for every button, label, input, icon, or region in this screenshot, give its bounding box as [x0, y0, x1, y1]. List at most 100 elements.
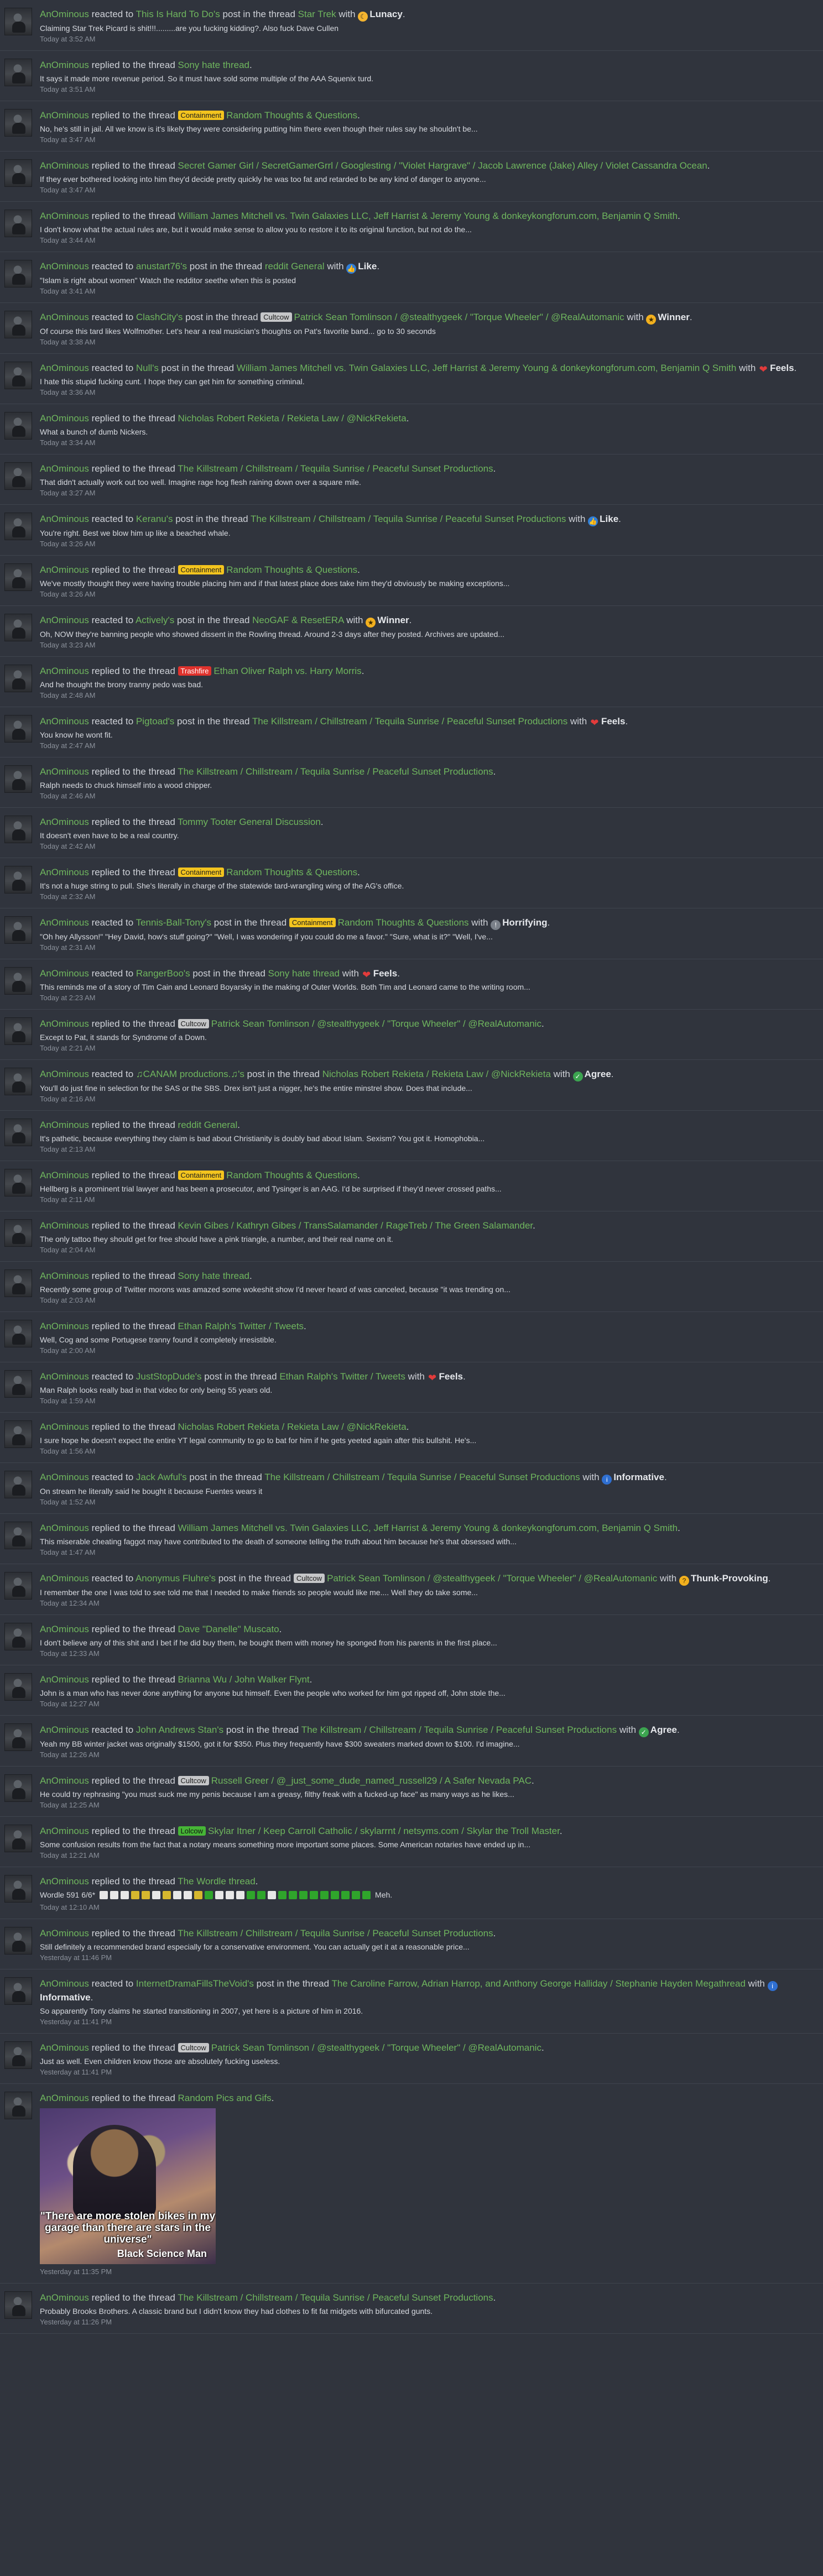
- post-snippet[interactable]: Still definitely a recommended brand esp…: [40, 1941, 812, 1952]
- thread-link[interactable]: The Killstream / Chillstream / Tequila S…: [178, 1928, 493, 1938]
- timestamp[interactable]: Today at 12:33 AM: [40, 1648, 812, 1665]
- avatar[interactable]: [4, 159, 32, 187]
- timestamp[interactable]: Yesterday at 11:46 PM: [40, 1952, 812, 1969]
- timestamp[interactable]: Today at 3:52 AM: [40, 34, 812, 50]
- timestamp[interactable]: Today at 3:51 AM: [40, 84, 812, 101]
- thread-link[interactable]: Brianna Wu / John Walker Flynt: [178, 1674, 310, 1685]
- thread-link[interactable]: The Wordle thread: [178, 1876, 255, 1887]
- username-link[interactable]: AnOminous: [40, 766, 89, 777]
- username-link[interactable]: AnOminous: [40, 1170, 89, 1180]
- thread-link[interactable]: Random Thoughts & Questions: [226, 867, 357, 877]
- username-link[interactable]: AnOminous: [40, 1371, 89, 1382]
- avatar[interactable]: [4, 1522, 32, 1549]
- timestamp[interactable]: Today at 2:48 AM: [40, 690, 812, 707]
- post-snippet[interactable]: This miserable cheating faggot may have …: [40, 1536, 812, 1547]
- avatar[interactable]: [4, 1977, 32, 2005]
- avatar[interactable]: [4, 260, 32, 288]
- thread-link[interactable]: Random Thoughts & Questions: [226, 565, 357, 575]
- post-snippet[interactable]: Claiming Star Trek Picard is shit!!!....…: [40, 23, 812, 34]
- thread-link[interactable]: William James Mitchell vs. Twin Galaxies…: [178, 211, 678, 221]
- post-snippet[interactable]: And he thought the brony tranny pedo was…: [40, 679, 812, 690]
- thread-link[interactable]: The Killstream / Chillstream / Tequila S…: [251, 514, 566, 524]
- username-link[interactable]: AnOminous: [40, 1220, 89, 1231]
- avatar[interactable]: [4, 1471, 32, 1498]
- username-link[interactable]: AnOminous: [40, 968, 89, 979]
- timestamp[interactable]: Yesterday at 11:26 PM: [40, 2317, 812, 2333]
- thread-link[interactable]: The Killstream / Chillstream / Tequila S…: [178, 2292, 493, 2303]
- timestamp[interactable]: Today at 12:27 AM: [40, 1699, 812, 1715]
- avatar[interactable]: [4, 1673, 32, 1701]
- avatar[interactable]: [4, 1623, 32, 1650]
- thread-link[interactable]: NeoGAF & ResetERA: [252, 615, 343, 625]
- post-snippet[interactable]: It doesn't even have to be a real countr…: [40, 830, 812, 841]
- avatar[interactable]: [4, 2041, 32, 2069]
- post-snippet[interactable]: I don't know what the actual rules are, …: [40, 224, 812, 235]
- poster-link[interactable]: Jack Awful's: [136, 1472, 187, 1482]
- timestamp[interactable]: Today at 3:34 AM: [40, 437, 812, 454]
- username-link[interactable]: AnOminous: [40, 363, 89, 373]
- username-link[interactable]: AnOminous: [40, 1573, 89, 1584]
- thread-link[interactable]: Patrick Sean Tomlinson / @stealthygeek /…: [294, 312, 624, 322]
- timestamp[interactable]: Today at 3:36 AM: [40, 387, 812, 404]
- avatar[interactable]: [4, 1927, 32, 1955]
- post-snippet[interactable]: That didn't actually work out too well. …: [40, 477, 812, 488]
- username-link[interactable]: AnOminous: [40, 1069, 89, 1079]
- thread-prefix-badge[interactable]: Containment: [178, 111, 225, 120]
- timestamp[interactable]: Today at 3:26 AM: [40, 589, 812, 605]
- thread-link[interactable]: Secret Gamer Girl / SecretGamerGrrl / Go…: [178, 160, 707, 171]
- thread-link[interactable]: Nicholas Robert Rekieta / Rekieta Law / …: [178, 413, 407, 424]
- username-link[interactable]: AnOminous: [40, 1523, 89, 1533]
- post-snippet[interactable]: No, he's still in jail. All we know is i…: [40, 123, 812, 134]
- username-link[interactable]: AnOminous: [40, 1472, 89, 1482]
- timestamp[interactable]: Today at 2:42 AM: [40, 841, 812, 858]
- thread-link[interactable]: Kevin Gibes / Kathryn Gibes / TransSalam…: [178, 1220, 533, 1231]
- thread-prefix-badge[interactable]: Cultcow: [261, 312, 292, 322]
- avatar[interactable]: [4, 715, 32, 743]
- thread-link[interactable]: William James Mitchell vs. Twin Galaxies…: [237, 363, 737, 373]
- avatar[interactable]: [4, 1269, 32, 1297]
- thread-link[interactable]: Nicholas Robert Rekieta / Rekieta Law / …: [178, 1422, 407, 1432]
- username-link[interactable]: AnOminous: [40, 463, 89, 474]
- timestamp[interactable]: Today at 3:23 AM: [40, 640, 812, 656]
- poster-link[interactable]: Tennis-Ball-Tony's: [136, 917, 211, 928]
- username-link[interactable]: AnOminous: [40, 1674, 89, 1685]
- thread-prefix-badge[interactable]: Lolcow: [178, 1826, 206, 1836]
- post-snippet[interactable]: I hate this stupid fucking cunt. I hope …: [40, 376, 812, 387]
- post-snippet[interactable]: "Oh hey Allysson!" "Hey David, how's stu…: [40, 931, 812, 942]
- thread-link[interactable]: Star Trek: [298, 9, 336, 19]
- avatar[interactable]: [4, 1320, 32, 1347]
- avatar[interactable]: [4, 1774, 32, 1802]
- timestamp[interactable]: Today at 3:38 AM: [40, 337, 812, 353]
- timestamp[interactable]: Today at 2:16 AM: [40, 1094, 812, 1110]
- poster-link[interactable]: John Andrews Stan's: [136, 1725, 223, 1735]
- thread-link[interactable]: The Killstream / Chillstream / Tequila S…: [264, 1472, 580, 1482]
- username-link[interactable]: AnOminous: [40, 2093, 89, 2103]
- thread-link[interactable]: Random Thoughts & Questions: [226, 110, 357, 121]
- post-snippet[interactable]: Ralph needs to chuck himself into a wood…: [40, 780, 812, 791]
- thread-link[interactable]: Sony hate thread: [178, 1271, 249, 1281]
- post-snippet[interactable]: You'll do just fine in selection for the…: [40, 1083, 812, 1094]
- username-link[interactable]: AnOminous: [40, 867, 89, 877]
- thread-link[interactable]: Random Thoughts & Questions: [338, 917, 469, 928]
- username-link[interactable]: AnOminous: [40, 110, 89, 121]
- username-link[interactable]: AnOminous: [40, 1271, 89, 1281]
- post-snippet[interactable]: It's pathetic, because everything they c…: [40, 1133, 812, 1144]
- thread-link[interactable]: Sony hate thread: [178, 60, 249, 70]
- timestamp[interactable]: Today at 3:44 AM: [40, 235, 812, 252]
- poster-link[interactable]: This Is Hard To Do's: [136, 9, 220, 19]
- timestamp[interactable]: Yesterday at 11:41 PM: [40, 2016, 812, 2033]
- username-link[interactable]: AnOminous: [40, 160, 89, 171]
- post-snippet[interactable]: Yeah my BB winter jacket was originally …: [40, 1738, 812, 1749]
- thread-link[interactable]: Ethan Ralph's Twitter / Tweets: [178, 1321, 304, 1331]
- username-link[interactable]: AnOminous: [40, 312, 89, 322]
- avatar[interactable]: [4, 362, 32, 389]
- avatar[interactable]: [4, 1875, 32, 1903]
- avatar[interactable]: [4, 916, 32, 944]
- poster-link[interactable]: anustart76's: [136, 261, 187, 271]
- timestamp[interactable]: Today at 3:41 AM: [40, 286, 812, 302]
- timestamp[interactable]: Today at 1:56 AM: [40, 1446, 812, 1462]
- post-snippet[interactable]: John is a man who has never done anythin…: [40, 1687, 812, 1699]
- post-snippet[interactable]: Except to Pat, it stands for Syndrome of…: [40, 1032, 812, 1043]
- thread-link[interactable]: Tommy Tooter General Discussion: [178, 817, 321, 827]
- username-link[interactable]: AnOminous: [40, 2042, 89, 2053]
